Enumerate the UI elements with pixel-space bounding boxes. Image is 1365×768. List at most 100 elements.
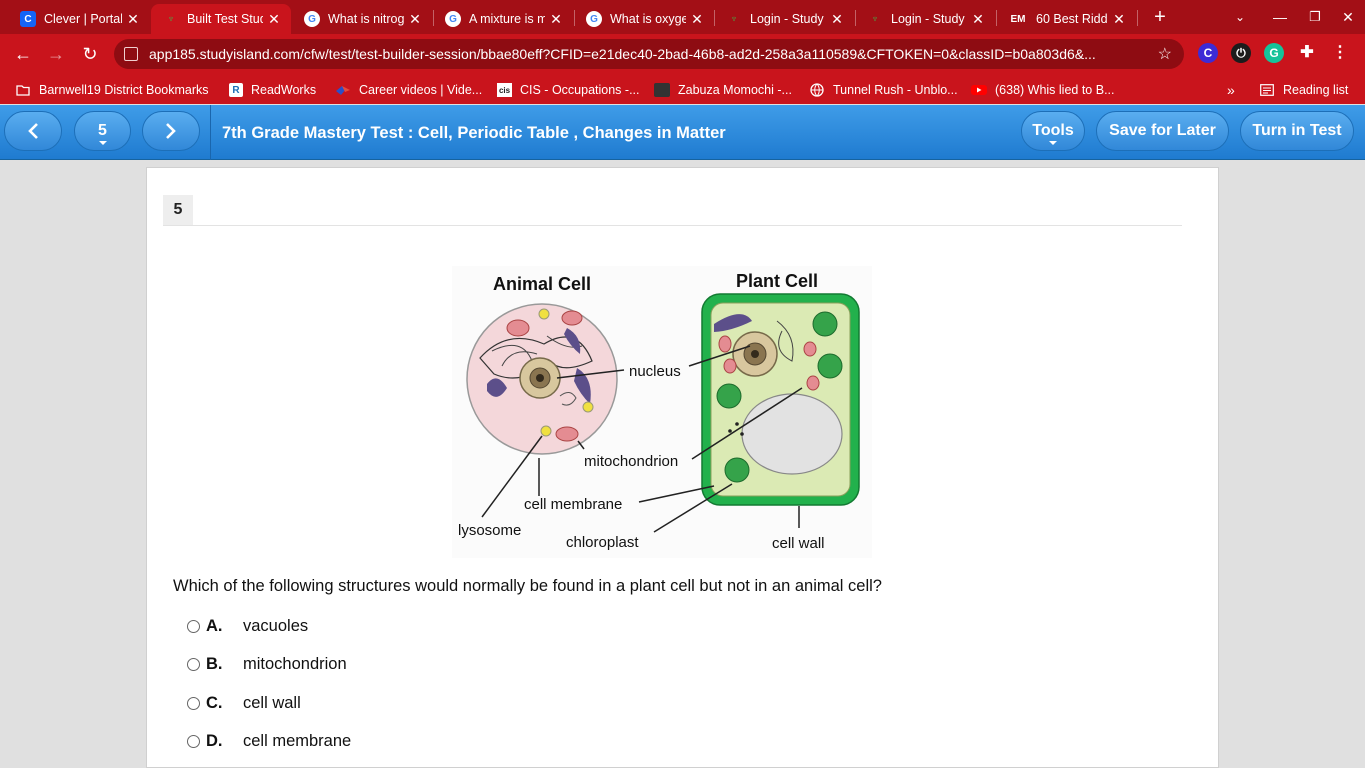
reading-list-icon	[1259, 83, 1275, 97]
reload-icon[interactable]: ↻	[77, 42, 103, 66]
bookmark-label: CIS - Occupations -...	[520, 83, 640, 97]
caret-down-icon	[98, 141, 107, 145]
site-info-icon[interactable]	[124, 47, 138, 61]
em-icon: EM	[1010, 13, 1026, 25]
close-icon[interactable]: ✕	[971, 11, 985, 28]
browser-tab-login-2[interactable]: ♆ Login - Study Island ✕	[855, 4, 995, 34]
radio-button[interactable]	[187, 619, 200, 633]
tab-search-chevron-icon[interactable]: ⌄	[1228, 6, 1252, 28]
tab-title: Built Test Study Island	[187, 12, 263, 26]
mitochondrion-label: mitochondrion	[584, 453, 678, 470]
youtube-icon	[971, 83, 987, 97]
reading-list-button[interactable]: Reading list	[1259, 81, 1348, 99]
choice-letter: D.	[206, 731, 223, 750]
grammarly-extension-icon[interactable]: G	[1264, 43, 1284, 63]
extensions-puzzle-icon[interactable]: ✚	[1297, 43, 1317, 63]
forward-arrow-icon[interactable]: →	[43, 42, 69, 66]
career-videos-icon	[335, 83, 351, 97]
restore-icon[interactable]: ❐	[1303, 6, 1327, 28]
choice-letter: C.	[206, 693, 223, 712]
close-icon[interactable]: ✕	[690, 11, 704, 28]
save-for-later-button[interactable]: Save for Later	[1096, 111, 1229, 151]
bookmark-barnwell19[interactable]: Barnwell19 District Bookmarks	[15, 81, 209, 99]
clever-extension-icon[interactable]: C	[1198, 43, 1218, 63]
question-divider	[163, 225, 1182, 226]
question-number: 5	[163, 195, 193, 225]
url-text[interactable]: app185.studyisland.com/cfw/test/test-bui…	[149, 46, 1149, 62]
turn-in-test-button[interactable]: Turn in Test	[1240, 111, 1354, 151]
choice-text: cell membrane	[243, 731, 352, 750]
choice-letter: B.	[206, 654, 223, 673]
tools-label: Tools	[1032, 122, 1074, 139]
radio-button[interactable]	[187, 657, 200, 671]
nucleus-label: nucleus	[629, 363, 681, 380]
bookmark-career-videos[interactable]: Career videos | Vide...	[335, 81, 482, 99]
minimize-icon[interactable]: —	[1268, 6, 1292, 28]
clever-icon: C	[20, 11, 36, 27]
close-icon[interactable]: ✕	[267, 11, 281, 28]
radio-button[interactable]	[187, 734, 200, 748]
back-arrow-icon[interactable]: ←	[10, 42, 36, 66]
google-icon: G	[586, 11, 602, 27]
browser-tab-mixture[interactable]: G A mixture is made ✕	[433, 4, 573, 34]
window-close-icon[interactable]: ✕	[1336, 6, 1360, 28]
tab-title: Clever | Portal	[44, 12, 122, 26]
choice-d[interactable]: D. cell membrane	[187, 729, 351, 753]
bookmark-tunnel-rush[interactable]: Tunnel Rush - Unblo...	[809, 81, 958, 99]
close-icon[interactable]: ✕	[830, 11, 844, 28]
bookmarks-bar: Barnwell19 District Bookmarks R ReadWork…	[0, 74, 1365, 104]
browser-tab-riddles[interactable]: EM 60 Best Riddles ✕	[996, 4, 1136, 34]
choice-c[interactable]: C. cell wall	[187, 691, 301, 715]
bookmark-label: Zabuza Momochi -...	[678, 83, 792, 97]
close-icon[interactable]: ✕	[1112, 11, 1126, 28]
choice-letter: A.	[206, 616, 223, 635]
close-icon[interactable]: ✕	[408, 11, 422, 28]
choice-a[interactable]: A. vacuoles	[187, 614, 308, 638]
bookmark-cis-occupations[interactable]: cis CIS - Occupations -...	[497, 81, 639, 99]
more-bookmarks-icon[interactable]: »	[1227, 81, 1235, 99]
tab-title: Login - Study Island	[750, 12, 826, 26]
cell-diagram: Animal Cell Plant Cell nucleus mitochond…	[452, 266, 872, 558]
radio-button[interactable]	[187, 696, 200, 710]
new-tab-icon[interactable]: +	[1148, 6, 1172, 28]
browser-tab-clever[interactable]: C Clever | Portal ✕	[8, 4, 150, 34]
bookmark-readworks[interactable]: R ReadWorks	[229, 81, 316, 99]
choice-text: mitochondrion	[243, 654, 347, 673]
readworks-icon: R	[229, 83, 243, 97]
tab-title: Login - Study Island	[891, 12, 967, 26]
question-selector-button[interactable]: 5	[74, 111, 131, 151]
bookmark-label: Career videos | Vide...	[359, 83, 483, 97]
lysosome-label: lysosome	[458, 522, 521, 539]
close-icon[interactable]: ✕	[549, 11, 563, 28]
animal-cell-drawing	[466, 303, 618, 455]
choice-b[interactable]: B. mitochondrion	[187, 652, 347, 676]
study-island-icon: ♆	[730, 13, 738, 25]
google-icon: G	[445, 11, 461, 27]
tools-button[interactable]: Tools	[1021, 111, 1085, 151]
tab-title: A mixture is made	[469, 12, 545, 26]
plant-cell-drawing	[701, 293, 860, 506]
bookmark-youtube[interactable]: (638) Whis lied to B...	[971, 81, 1115, 99]
study-island-icon: ♆	[871, 13, 879, 25]
next-question-button[interactable]	[142, 111, 200, 151]
power-extension-icon[interactable]: ⏻	[1231, 43, 1251, 63]
zabuza-icon	[654, 83, 670, 97]
bookmark-label: (638) Whis lied to B...	[995, 83, 1115, 97]
plant-cell-title: Plant Cell	[736, 271, 818, 291]
close-icon[interactable]: ✕	[126, 11, 140, 28]
cell-membrane-label: cell membrane	[524, 496, 622, 513]
chevron-left-icon	[28, 123, 38, 139]
browser-tab-built-test[interactable]: ♆ Built Test Study Island ✕	[151, 4, 291, 34]
study-island-icon: ♆	[167, 13, 175, 25]
caret-down-icon	[1049, 141, 1057, 145]
browser-menu-icon[interactable]: ⋮	[1330, 43, 1350, 63]
previous-question-button[interactable]	[4, 111, 62, 151]
browser-tab-nitrogen[interactable]: G What is nitrogen ✕	[292, 4, 432, 34]
cell-wall-label: cell wall	[772, 535, 825, 552]
browser-tab-oxygen[interactable]: G What is oxygen ✕	[574, 4, 714, 34]
bookmark-zabuza[interactable]: Zabuza Momochi -...	[654, 81, 792, 99]
browser-tab-login-1[interactable]: ♆ Login - Study Island ✕	[714, 4, 854, 34]
address-bar[interactable]: app185.studyisland.com/cfw/test/test-bui…	[114, 39, 1184, 69]
test-header: 5 7th Grade Mastery Test : Cell, Periodi…	[0, 105, 1365, 160]
bookmark-star-icon[interactable]: ☆	[1158, 44, 1172, 64]
